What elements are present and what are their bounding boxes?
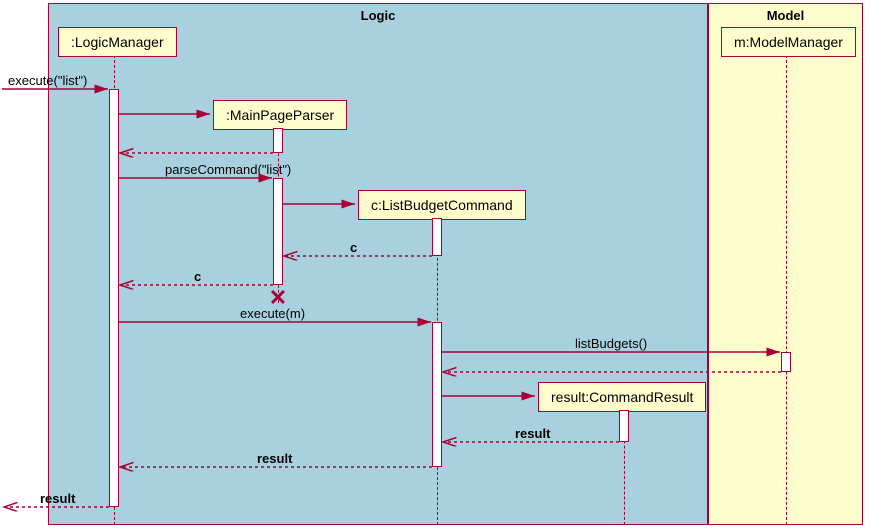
activation-logicmanager [109, 89, 119, 507]
activation-cr [619, 410, 629, 442]
participant-commandresult: result:CommandResult [538, 382, 706, 412]
msg-return-c2: c [194, 269, 201, 284]
activation-lbc-execute [432, 322, 442, 467]
region-model-title: Model [767, 8, 805, 23]
msg-return-result1: result [515, 426, 550, 441]
participant-listbudgetcommand: c:ListBudgetCommand [358, 190, 526, 220]
activation-mm [781, 352, 791, 372]
region-logic: Logic [48, 3, 708, 525]
msg-return-result2: result [257, 451, 292, 466]
msg-return-result3: result [40, 491, 75, 506]
lifeline-modelmanager [786, 55, 787, 525]
msg-parsecommand: parseCommand("list") [165, 162, 291, 177]
activation-mpp-create [273, 128, 283, 153]
region-logic-title: Logic [361, 8, 396, 23]
activation-lbc-create [432, 218, 442, 256]
msg-executem: execute(m) [240, 306, 305, 321]
participant-modelmanager: m:ModelManager [721, 27, 856, 57]
activation-mpp-parse [273, 178, 283, 285]
destroy-icon: ✕ [268, 288, 288, 308]
participant-mainpageparser: :MainPageParser [213, 100, 347, 130]
participant-logicmanager: :LogicManager [58, 27, 177, 57]
msg-execute-list: execute("list") [8, 73, 87, 88]
msg-listbudgets: listBudgets() [575, 336, 647, 351]
msg-return-c1: c [350, 240, 357, 255]
